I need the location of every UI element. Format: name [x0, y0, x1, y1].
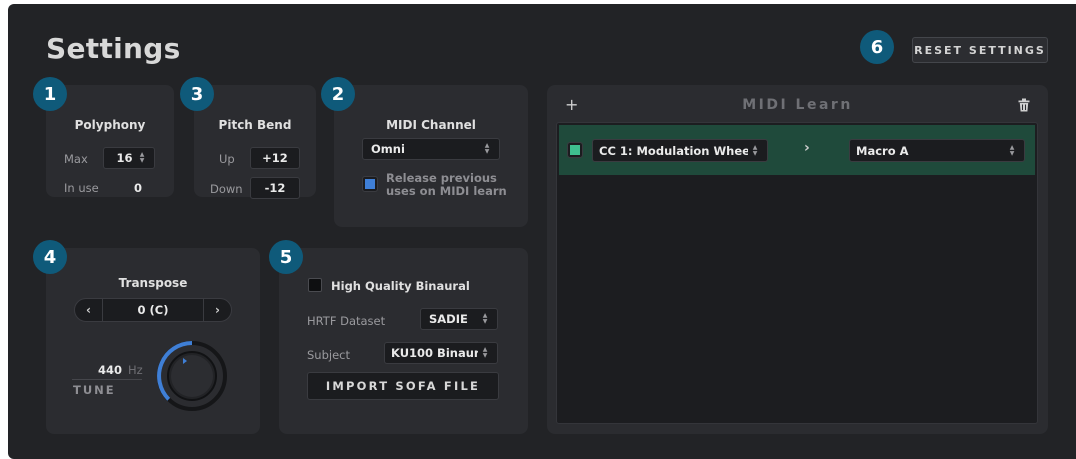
release-previous-label-2: uses on MIDI learn: [386, 184, 507, 198]
tune-unit: Hz: [128, 363, 143, 377]
settings-window: Settings 1 3 2 4 5 6 RESET SETTINGS Poly…: [8, 4, 1076, 459]
release-previous-checkbox[interactable]: [362, 176, 378, 192]
binaural-panel: High Quality Binaural HRTF Dataset SADIE…: [279, 248, 528, 434]
mapping-target-select[interactable]: Macro A ▲ ▼: [849, 139, 1025, 162]
high-quality-binaural-checkbox[interactable]: [308, 278, 322, 292]
polyphony-max-label: Max: [64, 152, 88, 166]
badge-1: 1: [33, 77, 67, 111]
pitch-bend-up-label: Up: [219, 152, 235, 166]
transpose-panel: Transpose ‹ 0 (C) › 440 Hz TUNE: [46, 248, 260, 434]
hrtf-dataset-label: HRTF Dataset: [307, 314, 386, 328]
badge-5: 5: [269, 240, 303, 274]
page-title: Settings: [46, 32, 181, 65]
midi-channel-select[interactable]: Omni ▲ ▼: [362, 138, 500, 160]
pitch-bend-title: Pitch Bend: [218, 118, 292, 132]
midi-mapping-list: CC 1: Modulation Wheel ▲ ▼ › Macro A ▲ ▼: [556, 122, 1038, 424]
polyphony-panel: Polyphony Max 16 ▲ ▼ In use 0: [46, 85, 174, 197]
polyphony-inuse-value: 0: [134, 181, 143, 195]
updown-chevron-icon: ▲ ▼: [482, 346, 488, 359]
hrtf-dataset-select[interactable]: SADIE ▲ ▼: [420, 308, 498, 330]
pitch-bend-up-field[interactable]: +12: [250, 147, 300, 169]
mapping-target-value: Macro A: [856, 143, 909, 158]
midi-channel-panel: MIDI Channel Omni ▲ ▼ Release previous us…: [334, 85, 528, 227]
badge-3: 3: [180, 77, 214, 111]
pitch-bend-down-label: Down: [210, 182, 243, 196]
subject-select[interactable]: KU100 Binaura ▲ ▼: [384, 342, 498, 364]
pitch-bend-panel: Pitch Bend Up +12 Down -12: [194, 85, 316, 199]
updown-chevron-icon: ▲ ▼: [1009, 143, 1015, 157]
transpose-stepper[interactable]: ‹ 0 (C) ›: [74, 298, 232, 322]
midi-learn-title: MIDI Learn: [742, 97, 853, 113]
reset-settings-button[interactable]: RESET SETTINGS: [912, 37, 1048, 63]
polyphony-max-value: 16: [116, 151, 133, 165]
updown-chevron-icon: ▲ ▼: [139, 151, 145, 164]
tune-knob-icon[interactable]: [156, 340, 228, 412]
tune-value[interactable]: 440: [98, 363, 122, 377]
transpose-title: Transpose: [118, 276, 188, 290]
tune-label: TUNE: [73, 383, 116, 397]
subject-label: Subject: [307, 348, 350, 362]
midi-channel-title: MIDI Channel: [386, 118, 476, 132]
updown-chevron-icon: ▲ ▼: [482, 312, 488, 325]
subject-value: KU100 Binaura: [391, 346, 478, 360]
updown-chevron-icon: ▲ ▼: [752, 143, 758, 157]
midi-channel-value: Omni: [371, 142, 405, 156]
polyphony-inuse-label: In use: [64, 181, 99, 195]
transpose-prev-button[interactable]: ‹: [75, 299, 103, 321]
badge-4: 4: [33, 240, 67, 274]
mapping-source-select[interactable]: CC 1: Modulation Wheel ▲ ▼: [592, 139, 768, 162]
hrtf-dataset-value: SADIE: [429, 312, 468, 326]
tune-divider: [72, 379, 142, 380]
polyphony-title: Polyphony: [74, 118, 146, 132]
mapping-arrow-icon: ›: [804, 140, 810, 156]
midi-mapping-row[interactable]: CC 1: Modulation Wheel ▲ ▼ › Macro A ▲ ▼: [559, 125, 1035, 175]
mapping-source-value: CC 1: Modulation Wheel: [599, 143, 748, 158]
badge-6: 6: [860, 30, 894, 64]
trash-icon[interactable]: [1018, 98, 1030, 112]
midi-learn-panel: + MIDI Learn CC 1: Modulation Wheel ▲ ▼ ›…: [547, 85, 1048, 434]
mapping-enabled-checkbox[interactable]: [567, 142, 583, 158]
polyphony-max-select[interactable]: 16 ▲ ▼: [103, 147, 155, 169]
high-quality-binaural-label: High Quality Binaural: [331, 279, 470, 293]
transpose-next-button[interactable]: ›: [203, 299, 231, 321]
updown-chevron-icon: ▲ ▼: [484, 142, 490, 155]
badge-2: 2: [321, 77, 355, 111]
import-sofa-file-button[interactable]: IMPORT SOFA FILE: [307, 372, 499, 400]
pitch-bend-down-field[interactable]: -12: [250, 177, 300, 199]
transpose-value: 0 (C): [137, 303, 169, 317]
